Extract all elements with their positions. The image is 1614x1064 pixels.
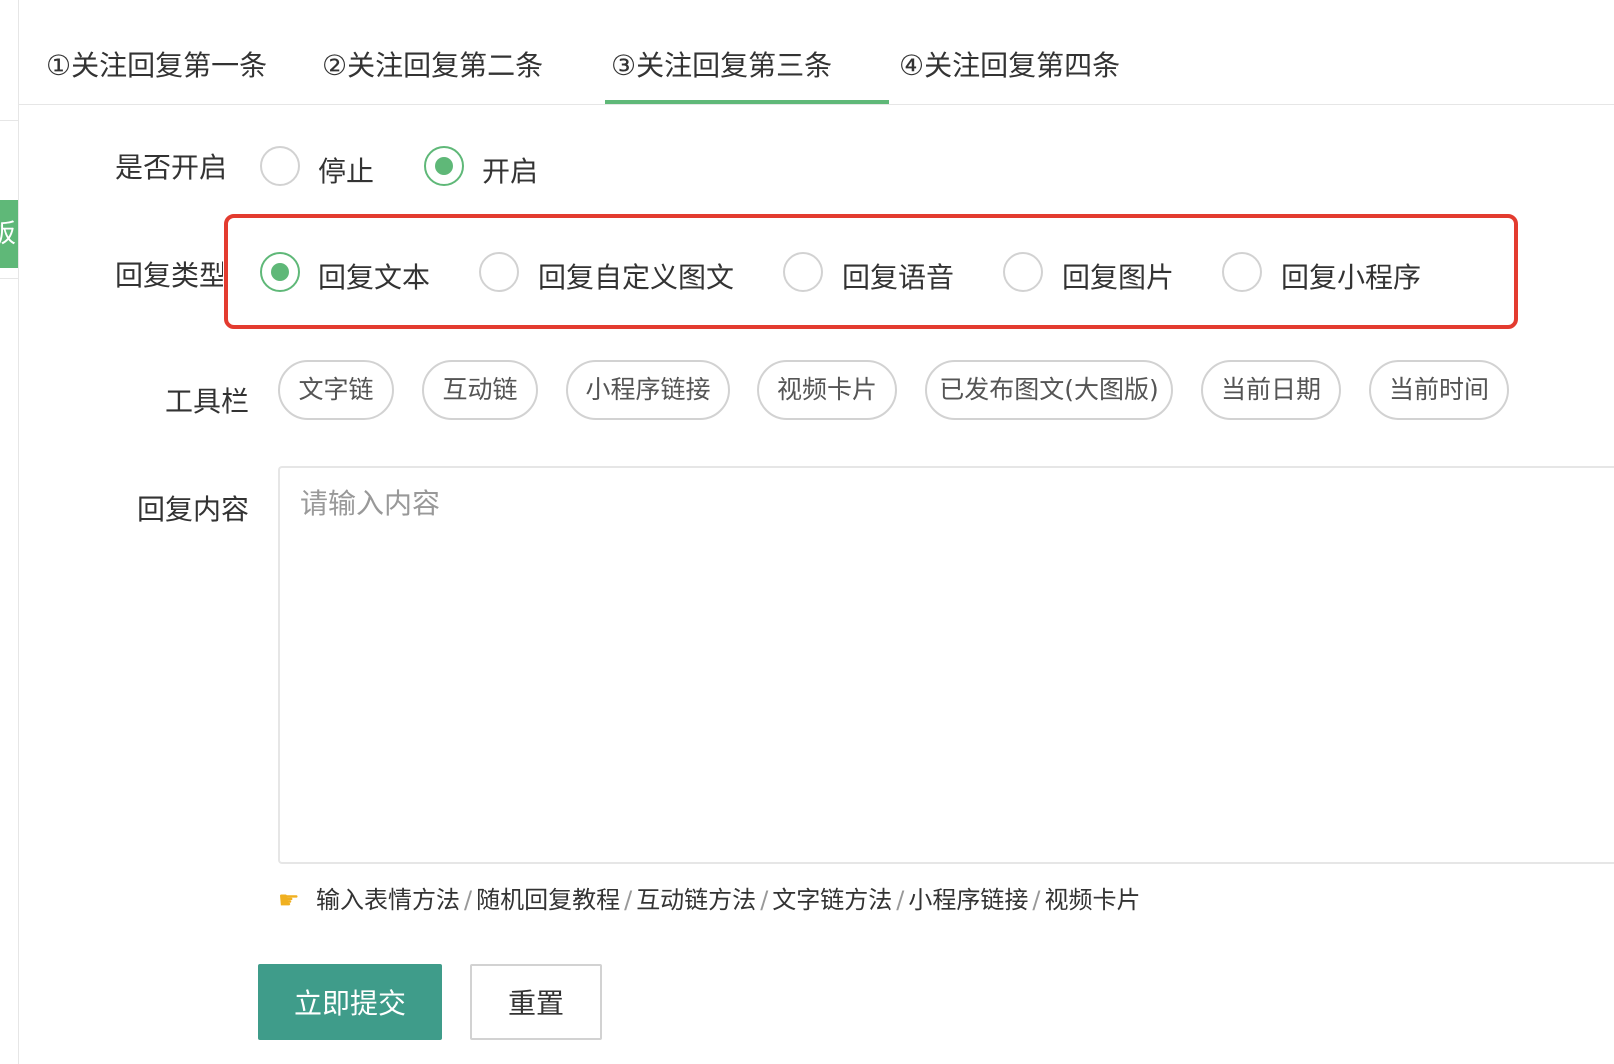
tab-follow-reply-2[interactable]: ②关注回复第二条	[322, 44, 543, 84]
rail-divider	[0, 120, 18, 121]
content-label: 回复内容	[137, 493, 250, 526]
tab-follow-reply-1[interactable]: ①关注回复第一条	[46, 44, 267, 84]
reply-type-label: 回复类型	[115, 259, 223, 292]
radio-stop[interactable]	[260, 146, 300, 186]
help-separator: /	[1032, 886, 1041, 914]
active-tab-indicator	[605, 100, 889, 104]
toolbar-button-current-date[interactable]: 当前日期	[1201, 360, 1341, 420]
tab-bar: ①关注回复第一条 ②关注回复第二条 ③关注回复第三条 ④关注回复第四条	[19, 0, 1614, 105]
radio-reply-voice[interactable]	[783, 252, 823, 292]
help-link-text-link[interactable]: 文字链方法	[772, 886, 892, 914]
radio-reply-miniprogram[interactable]	[1222, 252, 1262, 292]
help-links: ☛ 输入表情方法 / 随机回复教程 / 互动链方法 / 文字链方法 / 小程序链接 / 视频卡片	[278, 880, 1140, 915]
help-separator: /	[760, 886, 769, 914]
help-separator: /	[624, 886, 633, 914]
tab-follow-reply-3[interactable]: ③关注回复第三条	[611, 44, 832, 84]
radio-reply-text-label[interactable]: 回复文本	[318, 256, 430, 296]
toolbar-button-current-time[interactable]: 当前时间	[1369, 360, 1509, 420]
toolbar-button-text-link[interactable]: 文字链	[278, 360, 394, 420]
radio-stop-label[interactable]: 停止	[318, 150, 374, 190]
help-separator: /	[464, 886, 473, 914]
tab-follow-reply-4[interactable]: ④关注回复第四条	[899, 44, 1120, 84]
help-link-miniprogram[interactable]: 小程序链接	[908, 886, 1028, 914]
radio-reply-image[interactable]	[1003, 252, 1043, 292]
toolbar-button-miniprogram-link[interactable]: 小程序链接	[566, 360, 730, 420]
help-link-random-reply[interactable]: 随机回复教程	[476, 886, 620, 914]
side-tag[interactable]: 板	[0, 200, 18, 268]
radio-start[interactable]	[424, 146, 464, 186]
toolbar-button-interactive-link[interactable]: 互动链	[422, 360, 538, 420]
help-link-video-card[interactable]: 视频卡片	[1044, 886, 1140, 914]
toolbar-label: 工具栏	[165, 385, 250, 418]
help-link-emoji[interactable]: 输入表情方法	[316, 886, 460, 914]
radio-reply-text[interactable]	[260, 252, 300, 292]
help-link-interactive-link[interactable]: 互动链方法	[636, 886, 756, 914]
pointing-hand-icon: ☛	[278, 886, 300, 914]
left-rail	[0, 0, 19, 1064]
radio-reply-custom-article-label[interactable]: 回复自定义图文	[538, 256, 734, 296]
help-separator: /	[896, 886, 905, 914]
radio-reply-custom-article[interactable]	[479, 252, 519, 292]
submit-button[interactable]: 立即提交	[258, 964, 442, 1040]
reply-content-textarea[interactable]	[278, 466, 1614, 864]
radio-reply-image-label[interactable]: 回复图片	[1062, 256, 1174, 296]
radio-reply-voice-label[interactable]: 回复语音	[842, 256, 954, 296]
radio-start-label[interactable]: 开启	[482, 150, 538, 190]
reset-button[interactable]: 重置	[470, 964, 602, 1040]
toolbar-button-published-article[interactable]: 已发布图文(大图版)	[925, 360, 1173, 420]
radio-reply-miniprogram-label[interactable]: 回复小程序	[1281, 256, 1421, 296]
enable-label: 是否开启	[115, 151, 228, 184]
toolbar-button-video-card[interactable]: 视频卡片	[757, 360, 897, 420]
rail-divider	[0, 278, 18, 279]
